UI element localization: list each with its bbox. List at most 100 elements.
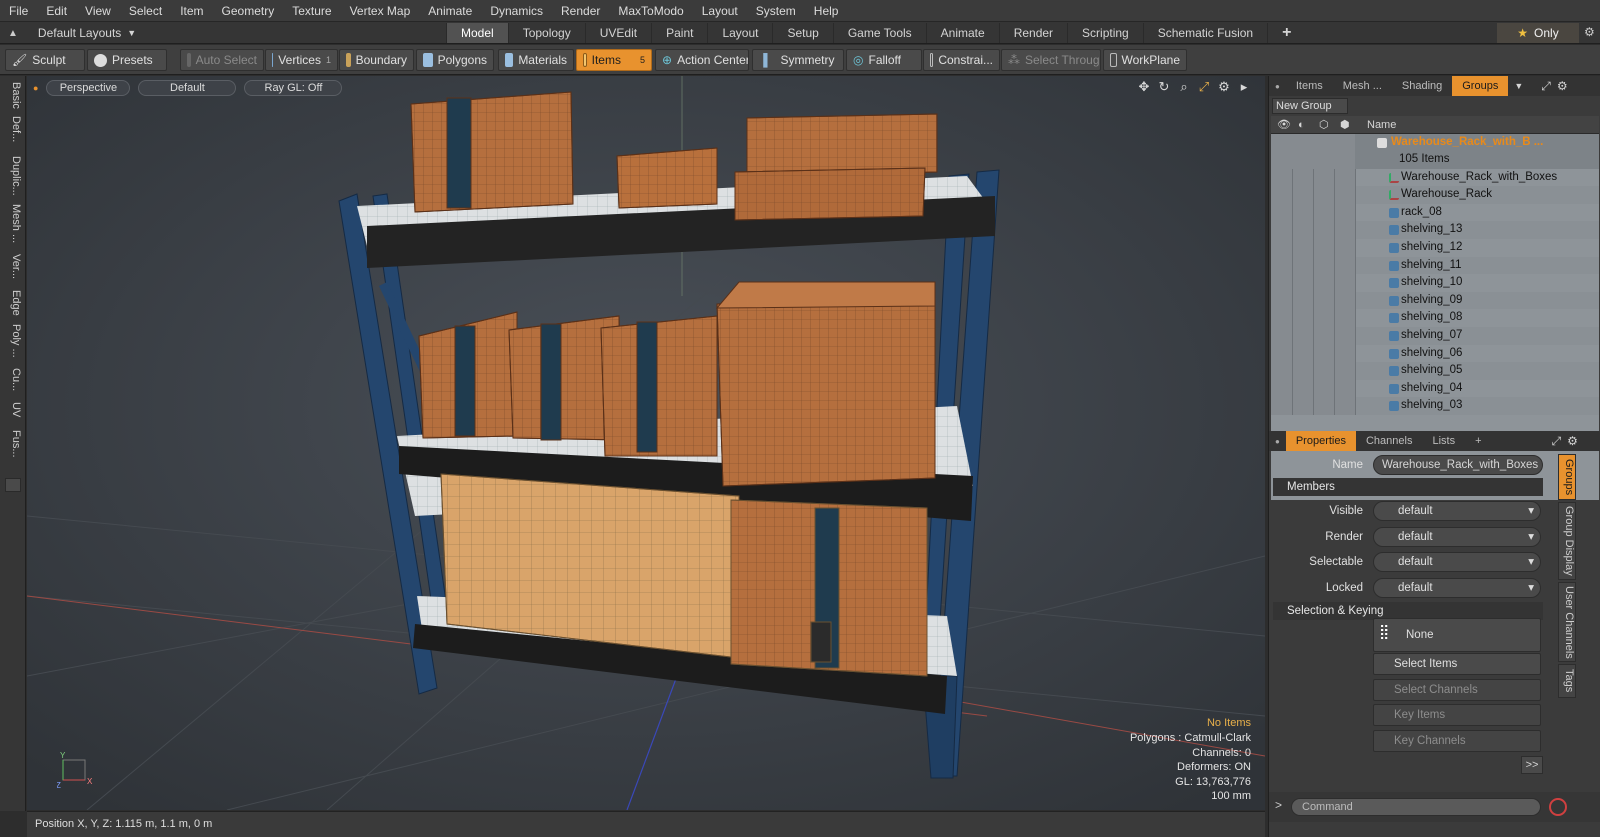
visible-dropdown[interactable]: default: [1373, 501, 1541, 521]
left-tab-polygon[interactable]: Poly ...: [4, 324, 22, 358]
render-icon[interactable]: ◐: [1298, 116, 1305, 134]
list-item[interactable]: shelving_05: [1271, 362, 1599, 380]
visibility-eye-icon[interactable]: 👁: [1277, 116, 1291, 134]
tab-items[interactable]: Items: [1286, 76, 1333, 96]
left-tab-duplicate[interactable]: Duplic...: [4, 156, 22, 196]
selectable-icon[interactable]: ⬡: [1319, 116, 1329, 134]
list-item[interactable]: shelving_09: [1271, 291, 1599, 310]
key-channels-button[interactable]: Key Channels: [1373, 730, 1541, 752]
tab-scripting[interactable]: Scripting: [1067, 23, 1143, 43]
list-item[interactable]: shelving_08: [1271, 309, 1599, 327]
polygons-button[interactable]: Polygons: [416, 49, 494, 71]
side-tab-group-display[interactable]: Group Display: [1558, 502, 1576, 580]
tab-groups[interactable]: Groups: [1452, 76, 1509, 96]
list-item[interactable]: shelving_12: [1271, 238, 1599, 257]
list-item[interactable]: Warehouse_Rack: [1271, 186, 1599, 204]
left-tab-mesh[interactable]: Mesh ...: [4, 204, 22, 243]
rotate-icon[interactable]: ↻: [1157, 80, 1171, 94]
list-item[interactable]: Warehouse_Rack_with_Boxes: [1271, 168, 1599, 187]
shading-mode-button[interactable]: Default: [138, 80, 237, 96]
vertices-button[interactable]: Vertices 1: [265, 49, 338, 71]
left-tabs-toggle[interactable]: [5, 478, 21, 492]
key-items-button[interactable]: Key Items: [1373, 704, 1541, 726]
list-item[interactable]: shelving_07: [1271, 326, 1599, 345]
add-properties-tab[interactable]: +: [1465, 431, 1491, 451]
menu-texture[interactable]: Texture: [283, 0, 340, 22]
action-center-button[interactable]: ⊕ Action Center: [655, 49, 749, 71]
tab-animate[interactable]: Animate: [925, 23, 999, 43]
menu-view[interactable]: View: [76, 0, 120, 22]
tab-paint[interactable]: Paint: [651, 23, 707, 43]
menu-render[interactable]: Render: [552, 0, 609, 22]
tab-schematic-fusion[interactable]: Schematic Fusion: [1142, 23, 1267, 43]
menu-help[interactable]: Help: [805, 0, 848, 22]
sculpt-button[interactable]: 🖌 Sculpt: [5, 49, 85, 71]
left-tab-edge[interactable]: Edge: [4, 290, 22, 316]
menu-item[interactable]: Item: [171, 0, 212, 22]
presets-button[interactable]: Presets: [87, 49, 167, 71]
side-tab-tags[interactable]: Tags: [1558, 664, 1576, 698]
left-tab-vertex[interactable]: Ver...: [4, 254, 22, 279]
side-tab-user-channels[interactable]: User Channels: [1558, 582, 1576, 662]
tab-topology[interactable]: Topology: [507, 23, 585, 43]
more-button[interactable]: >>: [1521, 756, 1543, 774]
properties-expand-icon[interactable]: ⤢: [1552, 434, 1562, 449]
pan-icon[interactable]: ✥: [1137, 80, 1151, 94]
none-button[interactable]: None: [1373, 618, 1541, 652]
left-tab-deform[interactable]: Def...: [4, 116, 22, 142]
fit-icon[interactable]: ⤢: [1197, 80, 1211, 94]
viewport-gear-icon[interactable]: ⚙: [1217, 80, 1231, 94]
constraints-button[interactable]: Constrai...: [923, 49, 1000, 71]
menu-maxtomodo[interactable]: MaxToModo: [609, 0, 692, 22]
list-item[interactable]: rack_08: [1271, 203, 1599, 222]
materials-button[interactable]: Materials: [498, 49, 574, 71]
view-mode-button[interactable]: Perspective: [46, 80, 131, 96]
menu-dynamics[interactable]: Dynamics: [481, 0, 552, 22]
selectable-dropdown[interactable]: default: [1373, 552, 1541, 572]
panel-gear-icon[interactable]: ⚙: [1557, 79, 1568, 93]
tab-properties[interactable]: Properties: [1285, 431, 1356, 451]
list-item[interactable]: shelving_13: [1271, 221, 1599, 239]
column-name[interactable]: Name: [1367, 116, 1396, 134]
left-tab-basic[interactable]: Basic: [4, 82, 22, 109]
settings-gear-icon[interactable]: ⚙: [1584, 25, 1595, 39]
zoom-icon[interactable]: ⌕: [1177, 80, 1191, 94]
3d-viewport[interactable]: ● Perspective Default Ray GL: Off ✥ ↻ ⌕ …: [27, 76, 1265, 810]
tab-game-tools[interactable]: Game Tools: [832, 23, 926, 43]
new-group-button[interactable]: New Group: [1272, 98, 1348, 114]
properties-gear-icon[interactable]: ⚙: [1567, 434, 1578, 448]
add-layout-button[interactable]: +: [1267, 23, 1305, 43]
tab-lists[interactable]: Lists: [1422, 431, 1465, 451]
tab-setup[interactable]: Setup: [772, 23, 832, 43]
tabs-dropdown-icon[interactable]: ▼: [1508, 81, 1529, 91]
falloff-button[interactable]: ◎ Falloff: [846, 49, 922, 71]
menu-edit[interactable]: Edit: [37, 0, 76, 22]
tab-mesh[interactable]: Mesh ...: [1333, 76, 1392, 96]
menu-layout[interactable]: Layout: [693, 0, 747, 22]
menu-geometry[interactable]: Geometry: [213, 0, 284, 22]
locked-icon[interactable]: ⬢: [1340, 116, 1350, 134]
items-button[interactable]: Items 5: [576, 49, 652, 71]
left-tab-fusion[interactable]: Fus...: [4, 430, 22, 458]
tab-model[interactable]: Model: [446, 23, 508, 43]
menu-system[interactable]: System: [747, 0, 805, 22]
select-through-button[interactable]: ⁂ Select Through: [1001, 49, 1101, 71]
tab-uvedit[interactable]: UVEdit: [584, 23, 651, 43]
list-item[interactable]: shelving_04: [1271, 379, 1599, 398]
list-item[interactable]: shelving_11: [1271, 256, 1599, 275]
list-item[interactable]: shelving_06: [1271, 344, 1599, 363]
members-section[interactable]: Members: [1273, 478, 1543, 496]
menu-animate[interactable]: Animate: [419, 0, 481, 22]
auto-select-button[interactable]: Auto Select: [180, 49, 264, 71]
tab-channels[interactable]: Channels: [1356, 431, 1422, 451]
workplane-button[interactable]: WorkPlane: [1103, 49, 1187, 71]
left-tab-curve[interactable]: Cu...: [4, 368, 22, 391]
side-tab-groups[interactable]: Groups: [1558, 454, 1576, 500]
symmetry-button[interactable]: ▐ Symmetry: [752, 49, 844, 71]
tab-render[interactable]: Render: [998, 23, 1067, 43]
list-item[interactable]: shelving_10: [1271, 274, 1599, 292]
boundary-button[interactable]: Boundary: [339, 49, 414, 71]
record-icon[interactable]: [1549, 798, 1567, 816]
list-item[interactable]: shelving_03: [1271, 397, 1599, 415]
left-tab-uv[interactable]: UV: [4, 402, 22, 417]
